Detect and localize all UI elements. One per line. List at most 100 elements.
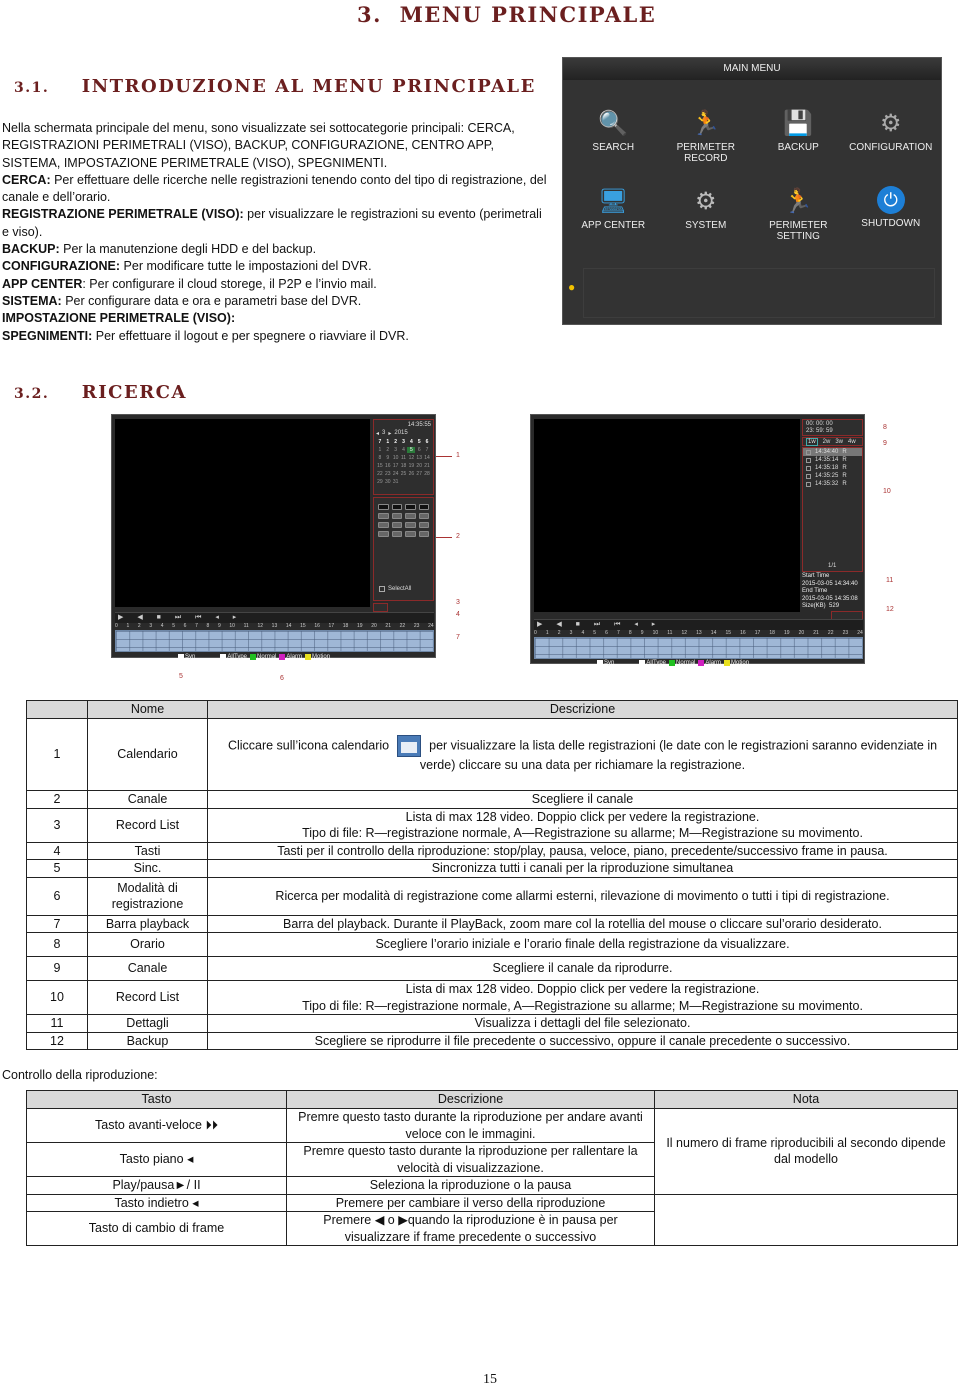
control-buttons[interactable]: ▶ ◀ ■ ⏭ ⏮ ◂ ▸ xyxy=(534,621,661,628)
menu-term: SISTEMA: xyxy=(2,293,62,308)
prev-month-icon[interactable]: ◂ xyxy=(376,430,379,437)
calendar-day[interactable]: 12 xyxy=(407,455,415,461)
calendar-day[interactable]: 14 xyxy=(423,455,431,461)
record-checkbox[interactable] xyxy=(806,449,811,455)
main-menu-item-label: APP CENTER xyxy=(581,220,646,231)
calendar-day[interactable]: 30 xyxy=(384,479,392,485)
main-menu-item-label: BACKUP xyxy=(777,142,819,153)
calendar-day[interactable]: 8 xyxy=(376,455,384,461)
calendar-day[interactable]: 3 xyxy=(392,447,400,453)
motion-checkbox[interactable]: Motion xyxy=(724,660,749,666)
calendar-day[interactable]: 13 xyxy=(415,455,423,461)
end-time-field[interactable]: 23: 59: 59 xyxy=(803,428,862,434)
record-list-item[interactable]: 14:35:32 R xyxy=(803,480,862,488)
calendar-day[interactable]: 21 xyxy=(423,463,431,469)
channel-button[interactable] xyxy=(378,513,389,519)
channel-tab[interactable]: 1w xyxy=(806,437,818,446)
callout-9: 9 xyxy=(883,440,887,447)
row-description: Scegliere se riprodurre il file preceden… xyxy=(207,1031,958,1050)
calendar-day[interactable]: 16 xyxy=(384,463,392,469)
calendar-day[interactable]: 29 xyxy=(376,479,384,485)
calendar-day[interactable]: 19 xyxy=(407,463,415,469)
alltype-checkbox[interactable]: AllType xyxy=(639,660,666,666)
calendar-day[interactable]: 6 xyxy=(415,447,423,453)
calendar-day[interactable]: 2 xyxy=(384,447,392,453)
channel-tab[interactable]: 2w xyxy=(823,439,831,445)
calendar-day[interactable]: 27 xyxy=(415,471,423,477)
sync-checkbox[interactable]: Syn xyxy=(178,654,195,660)
alarm-checkbox[interactable]: Alarm xyxy=(279,654,302,660)
timeline-bar[interactable] xyxy=(534,637,863,659)
channel-button[interactable] xyxy=(378,504,389,510)
time-range-panel[interactable]: 00: 00: 00 23: 59: 59 xyxy=(802,419,863,436)
calendar-day[interactable]: 15 xyxy=(376,463,384,469)
record-list-item[interactable]: 14:35:25 R xyxy=(803,472,862,480)
channel-button[interactable] xyxy=(418,504,429,510)
main-menu-item-perimeter-setting[interactable]: 🏃 PERIMETER SETTING xyxy=(752,186,845,243)
main-menu-item-system[interactable]: ⚙ SYSTEM xyxy=(660,186,753,242)
channel-button[interactable] xyxy=(378,522,389,528)
calendar-toggle-button[interactable] xyxy=(373,603,388,612)
main-menu-item-perimeter-record[interactable]: 🏃 PERIMETER RECORD xyxy=(660,108,753,165)
record-list-item[interactable]: 14:35:18 R xyxy=(803,464,862,472)
calendar-day[interactable]: 25 xyxy=(400,471,408,477)
channel-button[interactable] xyxy=(391,513,402,519)
channel-button[interactable] xyxy=(418,513,429,519)
calendar-day[interactable]: 22 xyxy=(376,471,384,477)
calendar-day[interactable]: 23 xyxy=(384,471,392,477)
alarm-checkbox[interactable]: Alarm xyxy=(698,660,721,666)
normal-checkbox[interactable]: Normal xyxy=(669,660,695,666)
calendar-day[interactable]: 11 xyxy=(400,455,408,461)
section-number: 3.1. xyxy=(14,80,50,96)
channel-button[interactable] xyxy=(405,504,416,510)
calendar-day[interactable]: 20 xyxy=(415,463,423,469)
end-time-label: End Time xyxy=(802,588,828,594)
channel-button[interactable] xyxy=(418,522,429,528)
main-menu-item-app-center[interactable]: 🖥 APP CENTER xyxy=(567,186,660,242)
table-header-row: Tasto Descrizione Nota xyxy=(26,1090,958,1109)
main-menu-item-search[interactable]: 🔍 SEARCH xyxy=(567,108,660,164)
channel-button[interactable] xyxy=(391,531,402,537)
main-menu-item-backup[interactable]: 💾 BACKUP xyxy=(752,108,845,164)
start-time-field[interactable]: 00: 00: 00 xyxy=(803,420,862,428)
calendar-day[interactable]: 9 xyxy=(384,455,392,461)
control-buttons[interactable]: ▶ ◀ ■ ⏭ ⏮ ◂ ▸ xyxy=(115,614,242,621)
record-checkbox[interactable] xyxy=(806,473,811,479)
normal-checkbox[interactable]: Normal xyxy=(250,654,276,660)
calendar-day[interactable]: 26 xyxy=(407,471,415,477)
record-checkbox[interactable] xyxy=(806,465,811,471)
calendar-day[interactable]: 7 xyxy=(423,447,431,453)
timeline-bar[interactable] xyxy=(115,630,434,652)
calendar-day[interactable]: 1 xyxy=(376,447,384,453)
main-menu-item-configuration[interactable]: ⚙ CONFIGURATION xyxy=(845,108,938,164)
calendar-day[interactable]: 24 xyxy=(392,471,400,477)
calendar-day[interactable]: 10 xyxy=(392,455,400,461)
sync-checkbox[interactable]: Syn xyxy=(597,660,614,666)
record-checkbox[interactable] xyxy=(806,481,811,487)
record-checkbox[interactable] xyxy=(806,457,811,463)
channel-tabs: 1w 2w 3w 4w xyxy=(802,437,863,446)
select-all-checkbox[interactable]: SelectAll xyxy=(379,586,411,592)
channel-button[interactable] xyxy=(405,531,416,537)
calendar-day[interactable]: 4 xyxy=(400,447,408,453)
channel-tab[interactable]: 4w xyxy=(848,439,856,445)
channel-button[interactable] xyxy=(405,513,416,519)
channel-button[interactable] xyxy=(391,522,402,528)
calendar-day[interactable]: 17 xyxy=(392,463,400,469)
channel-button[interactable] xyxy=(391,504,402,510)
channel-button[interactable] xyxy=(378,531,389,537)
next-month-icon[interactable]: ▸ xyxy=(388,430,391,437)
record-list-item[interactable]: 14:34:40 R xyxy=(803,448,862,456)
calendar-day[interactable]: 18 xyxy=(400,463,408,469)
channel-button[interactable] xyxy=(418,531,429,537)
motion-checkbox[interactable]: Motion xyxy=(305,654,330,660)
month-year-selector[interactable]: ◂ 3 ▸ 2015 xyxy=(374,428,433,439)
main-menu-item-shutdown[interactable]: ⏻ SHUTDOWN xyxy=(845,186,938,242)
calendar-day[interactable]: 28 xyxy=(423,471,431,477)
calendar-day-with-records[interactable]: 5 xyxy=(407,447,416,453)
channel-button[interactable] xyxy=(405,522,416,528)
calendar-day[interactable]: 31 xyxy=(392,479,400,485)
alltype-checkbox[interactable]: AllType xyxy=(220,654,247,660)
record-list-item[interactable]: 14:35:14 R xyxy=(803,456,862,464)
channel-tab[interactable]: 3w xyxy=(835,439,843,445)
